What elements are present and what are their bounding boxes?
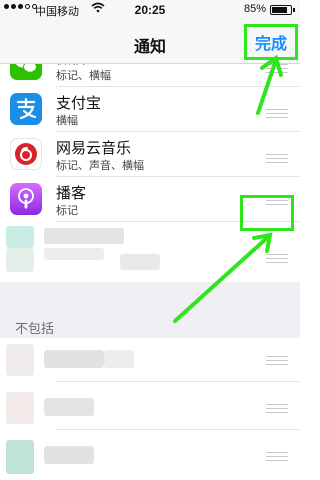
reorder-handle-icon[interactable] xyxy=(266,154,288,164)
section-header-excluded: 不包括 xyxy=(0,282,300,338)
app-name: 支付宝 xyxy=(56,95,102,112)
reorder-handle-icon[interactable] xyxy=(266,452,288,462)
app-row-alipay[interactable]: 支付宝 横幅 xyxy=(0,87,300,132)
app-notification-types: 标记、声音、横幅 xyxy=(56,160,144,172)
app-notification-types: 横幅 xyxy=(56,115,78,127)
annotation-highlight-box xyxy=(240,195,294,231)
done-button[interactable]: 完成 xyxy=(244,24,298,60)
redacted-app-row[interactable] xyxy=(0,386,300,430)
netease-music-icon xyxy=(10,138,42,170)
battery-fill xyxy=(272,7,287,13)
app-notification-types: 标记、横幅 xyxy=(56,70,111,82)
alipay-icon xyxy=(10,93,42,125)
status-bar: 中国移动 20:25 85% xyxy=(0,0,300,20)
section-label: 不包括 xyxy=(15,321,55,336)
reorder-handle-icon[interactable] xyxy=(266,254,288,264)
app-notification-types: 标记 xyxy=(56,205,78,217)
reorder-handle-icon[interactable] xyxy=(266,109,288,119)
reorder-handle-icon[interactable] xyxy=(266,356,288,366)
battery-icon xyxy=(270,5,295,15)
reorder-handle-icon[interactable] xyxy=(266,404,288,414)
app-row-netease-music[interactable]: 网易云音乐 标记、声音、横幅 xyxy=(0,132,300,177)
redacted-app-row[interactable] xyxy=(0,434,300,480)
podcast-icon xyxy=(10,183,42,215)
reorder-handle-icon[interactable] xyxy=(266,64,288,74)
navigation-bar: 通知 完成 xyxy=(0,20,300,64)
app-name: 网易云音乐 xyxy=(56,140,132,157)
redacted-app-row[interactable] xyxy=(0,338,300,382)
battery-percentage: 85% xyxy=(244,3,267,15)
app-name: 播客 xyxy=(56,185,87,202)
